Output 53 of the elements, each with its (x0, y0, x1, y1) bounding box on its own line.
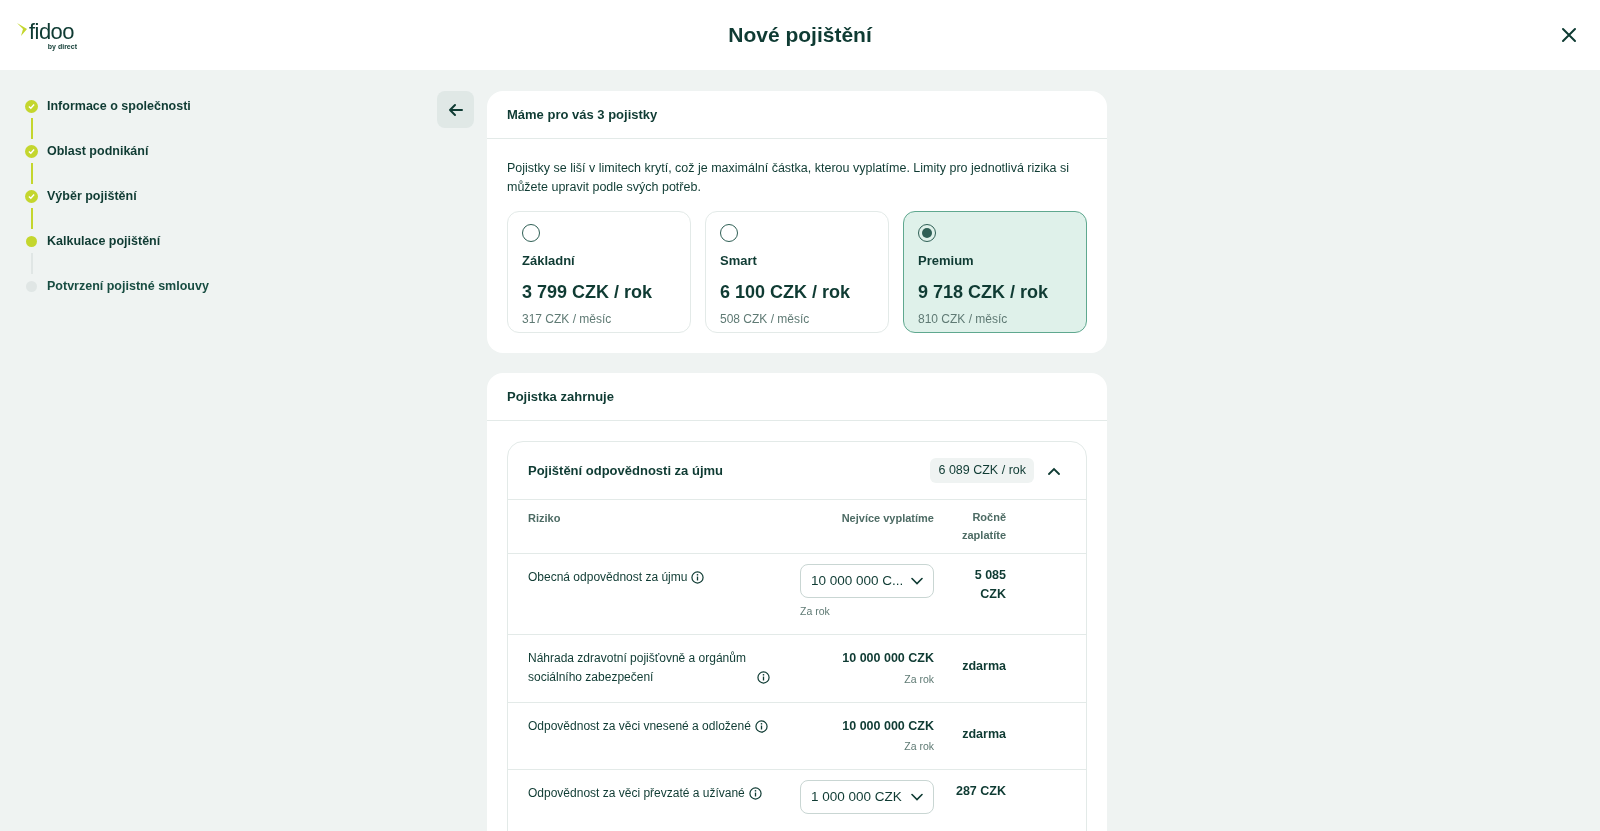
plan-monthly-price: 810 CZK / měsíc (918, 310, 1009, 328)
limit-dropdown[interactable]: 1 000 000 CZK (800, 780, 934, 814)
back-button[interactable] (437, 91, 474, 128)
total-price-tag: 6 089 CZK / rok (930, 458, 1034, 483)
yearly-price: 5 085 CZK (973, 567, 1006, 603)
plan-name: Premium (918, 252, 975, 270)
plan-monthly-price: 508 CZK / měsíc (720, 310, 811, 328)
risk-label: Odpovědnost za věci převzaté a užívané (528, 785, 745, 802)
period-label: Za rok (800, 604, 830, 619)
section-title: Pojištění odpovědnosti za újmu (528, 461, 724, 480)
close-icon (1561, 27, 1577, 43)
arrow-left-icon (447, 101, 464, 118)
plan-price: 9 718 CZK / rok (918, 280, 1050, 304)
risk-label: Náhrada zdravotní pojišťovně a orgánům sociálního zabezpečení (528, 650, 747, 686)
plan-price: 3 799 CZK / rok (522, 280, 654, 304)
plan-name: Základní (522, 252, 576, 270)
limit-value: 10 000 000 CZK (842, 650, 934, 667)
plan-option[interactable]: Smart 6 100 CZK / rok 508 CZK / měsíc (705, 211, 889, 333)
logo-mark-icon (17, 22, 29, 37)
card-title: Máme pro vás 3 pojistky (507, 105, 658, 124)
plan-name: Smart (720, 252, 758, 270)
info-icon[interactable] (748, 787, 762, 800)
chevron-icon (911, 577, 923, 585)
plan-monthly-price: 317 CZK / měsíc (522, 310, 613, 328)
chevron-icon (1048, 466, 1060, 475)
info-icon[interactable] (757, 671, 770, 684)
period-label: Za rok (904, 739, 934, 755)
yearly-price: zdarma (961, 725, 1006, 743)
step-label[interactable]: Kalkulace pojištění (47, 231, 161, 251)
period-label: Za rok (904, 671, 934, 687)
limit-dropdown[interactable]: 10 000 000 C... (800, 564, 934, 598)
description-text: Pojistky se liší v limitech krytí, což je maximální částka, kterou vyplatíme. Limity pro jednotlivá rizika si můžete upravit podle svých potřeb. (507, 160, 1070, 196)
logo-wordmark: fidoo (29, 20, 74, 43)
column-header: Riziko (528, 511, 562, 526)
page-title: Nové pojištění (728, 22, 872, 49)
column-header: Ročně zaplatíte (961, 510, 1006, 543)
info-icon[interactable] (691, 571, 705, 584)
limit-value: 10 000 000 CZK (842, 717, 934, 735)
chevron-icon (911, 793, 923, 801)
info-icon[interactable] (754, 719, 768, 733)
plan-price: 6 100 CZK / rok (720, 280, 852, 304)
step-label[interactable]: Oblast podnikání (47, 141, 149, 161)
step-label[interactable]: Potvrzení pojistné smlouvy (47, 276, 209, 296)
plan-option[interactable]: Premium 9 718 CZK / rok 810 CZK / měsíc (903, 211, 1087, 333)
yearly-price: 287 CZK (954, 783, 1006, 800)
step-label[interactable]: Výběr pojištění (47, 186, 137, 206)
risk-label: Odpovědnost za věci vnesené a odložené (528, 717, 751, 735)
card-title: Pojistka zahrnuje (507, 387, 614, 406)
plan-option[interactable]: Základní 3 799 CZK / rok 317 CZK / měsíc (507, 211, 691, 333)
step-label[interactable]: Informace o společnosti (47, 96, 191, 116)
column-header: Nejvíce vyplatíme (840, 511, 934, 526)
risk-label: Obecná odpovědnost za újmu (528, 569, 688, 586)
yearly-price: zdarma (961, 658, 1006, 675)
